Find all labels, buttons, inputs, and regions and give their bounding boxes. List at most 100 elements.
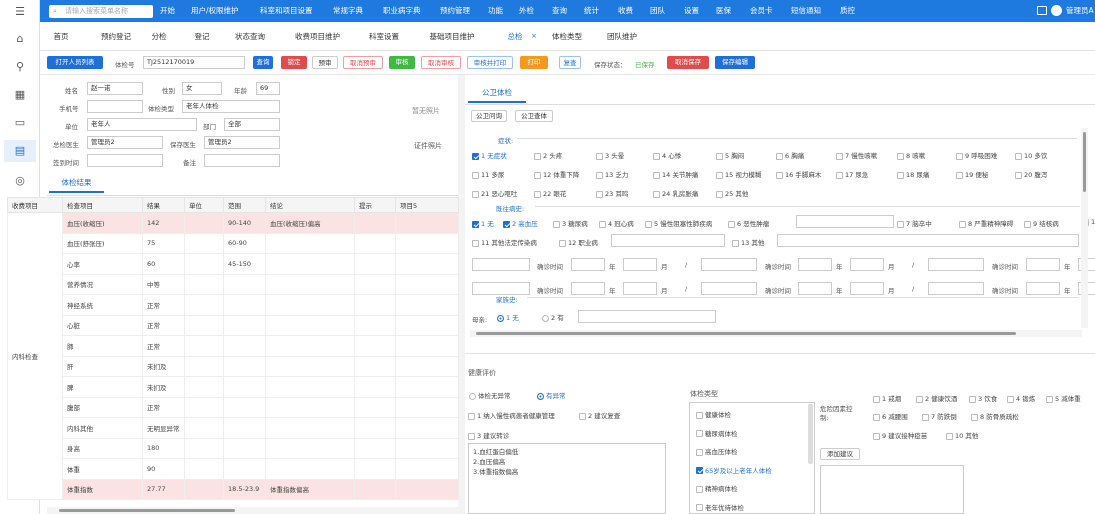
col-header-4[interactable]: 范围	[223, 197, 266, 213]
age-field[interactable]: 69	[256, 82, 280, 95]
gender-field[interactable]: 女	[182, 82, 222, 95]
diag-condition-input[interactable]	[701, 282, 757, 295]
advice-textarea[interactable]	[820, 465, 964, 514]
table-row[interactable]: 心率 60 45-150	[8, 253, 459, 275]
exam-type-field[interactable]: 老年人体检	[182, 100, 280, 113]
scrollbar-thumb[interactable]	[59, 509, 235, 512]
top-menu-10[interactable]: 收费	[618, 0, 633, 22]
tab-8[interactable]: 总检	[498, 22, 532, 51]
exam-type-0[interactable]: 健康体检	[696, 409, 731, 419]
risk-0[interactable]: 1 戒烟	[873, 393, 901, 403]
diag-condition-input[interactable]	[701, 258, 757, 271]
type-list-scrollbar[interactable]	[808, 404, 813, 464]
history-2[interactable]: 3 糖尿病	[553, 218, 588, 228]
table-row[interactable]: 血压(舒张压) 75 60-90	[8, 232, 459, 254]
subtab-inquiry[interactable]: 公卫问询	[471, 110, 507, 122]
symptom-1-0[interactable]: 11 多尿	[472, 169, 504, 179]
history-6[interactable]: 7 脑卒中	[897, 218, 932, 228]
table-row[interactable]: 内科其他 无明显异常	[8, 417, 459, 439]
tab-2[interactable]: 分检	[147, 22, 171, 51]
tab-public-health[interactable]: 公卫体检	[468, 83, 526, 103]
history-7[interactable]: 8 严重精神障碍	[959, 218, 1013, 228]
diag-year-input[interactable]	[571, 282, 605, 295]
table-row[interactable]: 心脏 正常	[8, 314, 459, 336]
top-menu-6[interactable]: 功能	[488, 0, 503, 22]
print-button[interactable]: 打印	[520, 56, 548, 69]
menu-toggle-icon[interactable]: ☰	[12, 4, 28, 20]
table-row[interactable]: 肺正常	[8, 335, 459, 357]
exam-type-1[interactable]: 糖尿病体检	[696, 428, 738, 438]
top-menu-16[interactable]: 质控	[840, 0, 855, 22]
risk-3[interactable]: 4 锻炼	[1007, 393, 1035, 403]
symptom-0-0[interactable]: 1 无症状	[472, 150, 507, 160]
recheck-button[interactable]: 复查	[559, 56, 581, 69]
history2-0[interactable]: 11 其他法定传染病	[472, 237, 537, 247]
tab-3[interactable]: 登记	[190, 22, 214, 51]
col-header-7[interactable]: 项目5	[395, 197, 459, 213]
diag-month-input[interactable]	[850, 282, 884, 295]
symptom-1-9[interactable]: 20 腹泻	[1015, 169, 1047, 179]
advice-3-checkbox[interactable]: 3 建议转诊	[468, 430, 509, 440]
diag-year-input[interactable]	[1026, 282, 1060, 295]
normal-radio[interactable]: 体检无异常	[469, 390, 511, 400]
top-menu-4[interactable]: 职业病字典	[383, 0, 421, 22]
abnormal-textarea[interactable]: 1.血红蛋白偏低 2.血压偏高 3.体重指数偏高	[468, 443, 666, 514]
top-menu-5[interactable]: 预约管理	[440, 0, 470, 22]
tab-7[interactable]: 基础项目维护	[426, 22, 478, 51]
symptom-0-7[interactable]: 8 咳嗽	[897, 150, 925, 160]
tab-0[interactable]: 首页	[50, 22, 72, 51]
recv-time-field[interactable]	[87, 154, 163, 167]
tab-5[interactable]: 收费项目维护	[292, 22, 343, 51]
diag-year-input[interactable]	[1026, 258, 1060, 271]
top-menu-9[interactable]: 统计	[584, 0, 599, 22]
message-icon[interactable]: ▭	[12, 115, 28, 131]
save-edit-button[interactable]: 保存编辑	[715, 56, 755, 69]
col-header-2[interactable]: 结果	[142, 197, 185, 213]
add-advice-button[interactable]: 添加建议	[820, 448, 860, 460]
exam-type-3[interactable]: 65岁及以上老年人体检	[696, 465, 772, 475]
risk-1[interactable]: 2 健康饮酒	[916, 393, 957, 403]
lock-button[interactable]: 锁定	[281, 56, 307, 69]
symptom-0-9[interactable]: 10 多饮	[1015, 150, 1047, 160]
top-menu-11[interactable]: 团队	[650, 0, 665, 22]
risk2-0[interactable]: 6 减腰围	[873, 411, 908, 421]
top-menu-13[interactable]: 医保	[716, 0, 731, 22]
diag-month-input[interactable]	[623, 282, 657, 295]
exam-type-2[interactable]: 高血压体检	[696, 446, 738, 456]
col-header-1[interactable]: 检查项目	[62, 197, 143, 213]
message-box-icon[interactable]	[1037, 6, 1047, 15]
doctor-field[interactable]: 管理员2	[87, 136, 163, 149]
advice-1-checkbox[interactable]: 1 纳入慢性病患者健康管理	[468, 410, 555, 420]
symptom-1-6[interactable]: 17 尿急	[836, 169, 868, 179]
subtab-physical[interactable]: 公卫查体	[515, 110, 553, 122]
dept-field[interactable]: 全部	[224, 118, 280, 131]
diag-year-input[interactable]	[571, 258, 605, 271]
preview-button[interactable]: 预审	[312, 56, 338, 69]
right-scrollbar-thumb[interactable]	[476, 332, 1016, 335]
other-history-input[interactable]	[777, 234, 1079, 247]
top-menu-2[interactable]: 科室和项目设置	[260, 0, 313, 22]
tab-4[interactable]: 状态查询	[233, 22, 267, 51]
diag-condition-input[interactable]	[928, 258, 984, 271]
right-v-scrollbar[interactable]	[1081, 128, 1088, 328]
history-4[interactable]: 5 慢性阻塞性肺疾病	[645, 218, 712, 228]
top-menu-14[interactable]: 会员卡	[750, 0, 773, 22]
symptom-2-4[interactable]: 25 其他	[716, 188, 748, 198]
col-header-0[interactable]: 收费项目	[7, 197, 63, 213]
history-5[interactable]: 6 恶性肿瘤	[728, 218, 769, 228]
top-menu-15[interactable]: 短信通知	[791, 0, 821, 22]
mother-opt-none[interactable]: 1 无	[497, 312, 519, 322]
symptom-0-1[interactable]: 2 头疼	[534, 150, 562, 160]
symptom-2-1[interactable]: 22 眼花	[534, 188, 566, 198]
risk2-2[interactable]: 8 防骨质疏松	[971, 411, 1019, 421]
user-name[interactable]: 管理员A	[1066, 0, 1094, 22]
diag-month-input[interactable]	[850, 258, 884, 271]
col-header-3[interactable]: 单位	[184, 197, 224, 213]
cancel-review-button[interactable]: 取消审核	[421, 56, 461, 69]
cancel-save-button[interactable]: 取消保存	[667, 56, 709, 69]
horizontal-scrollbar[interactable]	[47, 507, 458, 514]
risk-4[interactable]: 5 减体重	[1046, 393, 1081, 403]
risk-2[interactable]: 3 饮食	[969, 393, 997, 403]
history-0[interactable]: 1 无	[472, 218, 494, 228]
history-3[interactable]: 4 冠心病	[599, 218, 634, 228]
